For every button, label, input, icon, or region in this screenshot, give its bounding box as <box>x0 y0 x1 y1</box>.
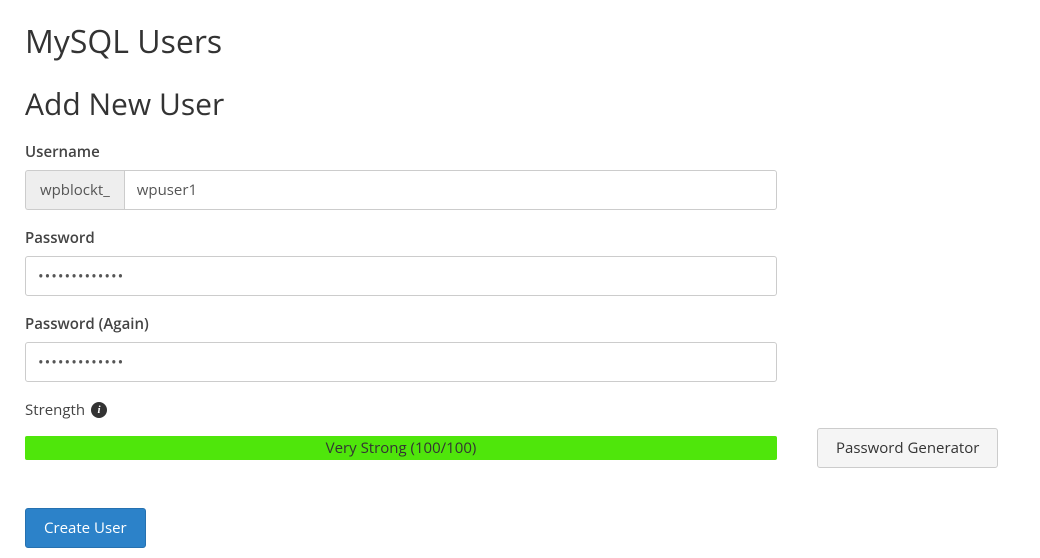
password-group: Password <box>25 228 1015 296</box>
password-again-group: Password (Again) <box>25 314 1015 382</box>
strength-bar-row: Very Strong (100/100) Password Generator <box>25 428 1015 468</box>
strength-group: Strength i Very Strong (100/100) Passwor… <box>25 400 1015 468</box>
password-again-input[interactable] <box>25 342 777 382</box>
strength-label-row: Strength i <box>25 400 1015 420</box>
section-title: MySQL Users <box>25 20 1015 63</box>
password-input[interactable] <box>25 256 777 296</box>
username-input-row: wpblockt_ <box>25 170 777 210</box>
password-again-label: Password (Again) <box>25 314 1015 334</box>
username-prefix: wpblockt_ <box>25 170 124 210</box>
username-input[interactable] <box>124 170 777 210</box>
subsection-title: Add New User <box>25 83 1015 124</box>
create-user-button[interactable]: Create User <box>25 508 146 548</box>
strength-bar: Very Strong (100/100) <box>25 436 777 460</box>
password-generator-button[interactable]: Password Generator <box>817 428 998 468</box>
username-group: Username wpblockt_ <box>25 142 1015 210</box>
info-icon[interactable]: i <box>91 402 107 418</box>
username-label: Username <box>25 142 1015 162</box>
password-label: Password <box>25 228 1015 248</box>
strength-label: Strength <box>25 400 85 420</box>
